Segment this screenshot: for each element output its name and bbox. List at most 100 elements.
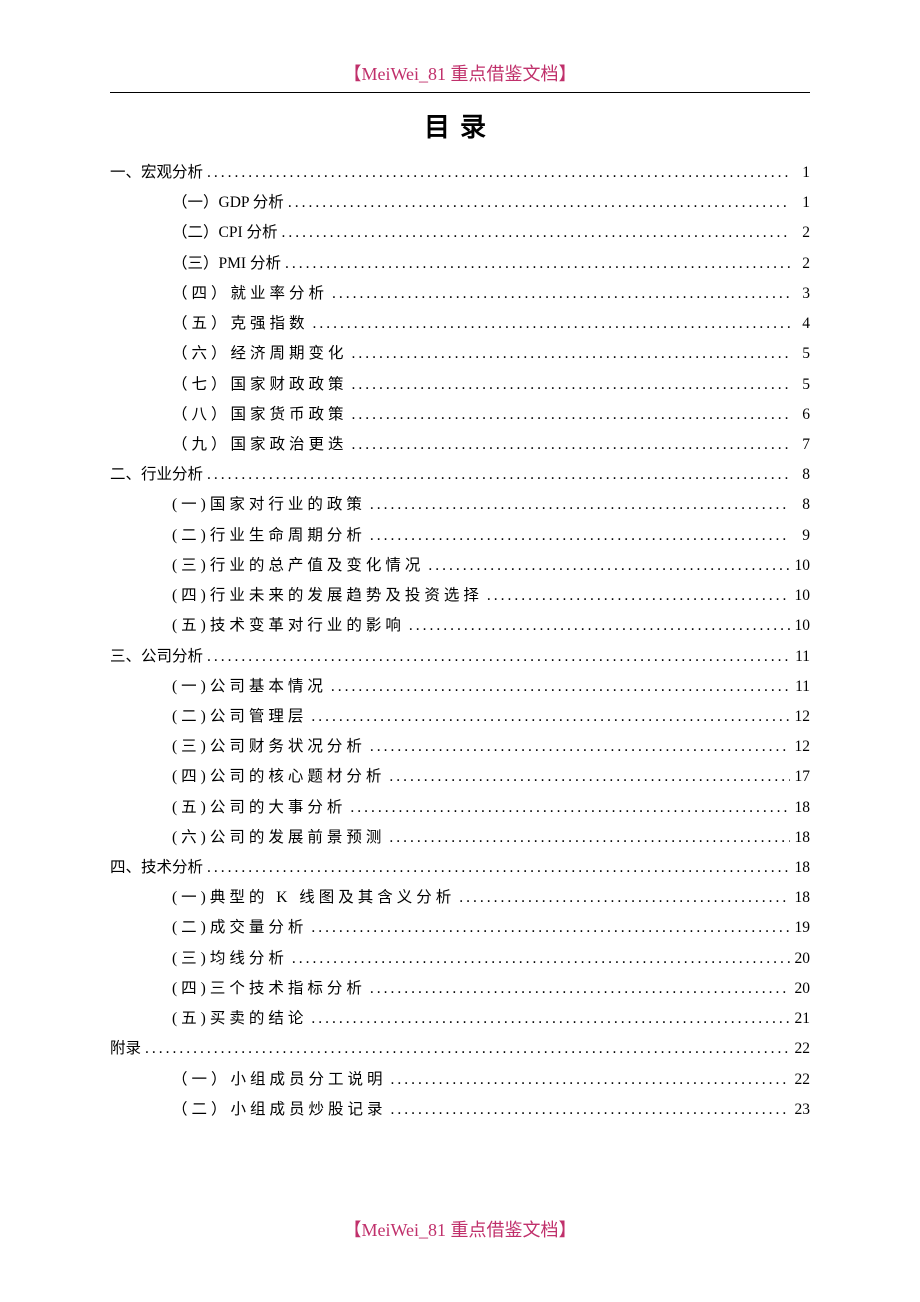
toc-item-page: 18 [790,823,810,853]
toc-section-label: 二、行业分析 [110,460,203,490]
toc-item-page: 22 [790,1065,810,1095]
toc-leader-dots [288,944,790,974]
toc-leader-dots [203,853,790,883]
toc-item-page: 17 [790,762,810,792]
toc-item-row: (二)行业生命周期分析 9 [110,521,810,551]
toc-item-page: 2 [790,218,810,248]
toc-leader-dots [307,913,790,943]
toc-item-label: (五)买卖的结论 [172,1004,307,1034]
toc-leader-dots [455,883,790,913]
toc-item-label: (三)行业的总产值及变化情况 [172,551,424,581]
toc-item-page: 9 [790,521,810,551]
toc-item-row: (四)三个技术指标分析20 [110,974,810,1004]
toc-section-label: 附录 [110,1034,141,1064]
toc-item-page: 20 [790,974,810,1004]
toc-item-label: （五）克强指数 [172,309,309,339]
toc-item-label: (一)国家对行业的政策 [172,490,366,520]
toc-item-label: （六）经济周期变化 [172,339,348,369]
toc-leader-dots [278,218,791,248]
toc-item-label: (一)公司基本情况 [172,672,327,702]
toc-section-row: 附录22 [110,1034,810,1064]
toc-item-page: 18 [790,793,810,823]
toc-item-label: （九）国家政治更迭 [172,430,348,460]
toc-item-page: 10 [790,551,810,581]
toc-item-row: （九）国家政治更迭 7 [110,430,810,460]
toc-item-row: (四)公司的核心题材分析17 [110,762,810,792]
toc-item-label: （一）小组成员分工说明 [172,1065,387,1095]
toc-item-page: 12 [790,702,810,732]
toc-item-label: (五)技术变革对行业的影响 [172,611,405,641]
toc-item-label: (一)典型的 K 线图及其含义分析 [172,883,455,913]
toc-item-row: (二)公司管理层 12 [110,702,810,732]
toc-item-label: （八）国家货币政策 [172,400,348,430]
toc-item-row: (一)国家对行业的政策 8 [110,490,810,520]
toc-leader-dots [385,823,790,853]
toc-item-row: （一）GDP 分析 1 [110,188,810,218]
toc-item-label: (六)公司的发展前景预测 [172,823,385,853]
toc-item-page: 8 [790,490,810,520]
toc-item-label: (三)公司财务状况分析 [172,732,366,762]
toc-leader-dots [348,430,790,460]
toc-section-row: 三、公司分析11 [110,642,810,672]
toc-container: 一、宏观分析1（一）GDP 分析1（二）CPI 分析2（三）PMI 分析2（四）… [110,158,810,1125]
toc-leader-dots [405,611,790,641]
toc-item-label: (二)公司管理层 [172,702,307,732]
toc-item-row: (一)公司基本情况 11 [110,672,810,702]
document-page: 【MeiWei_81 重点借鉴文档】 目录 一、宏观分析1（一）GDP 分析1（… [0,0,920,1175]
toc-item-row: (五)技术变革对行业的影响 10 [110,611,810,641]
toc-leader-dots [307,1004,790,1034]
toc-item-page: 4 [790,309,810,339]
toc-section-row: 二、行业分析 8 [110,460,810,490]
toc-item-page: 18 [790,883,810,913]
footer-tag: 【MeiWei_81 重点借鉴文档】 [0,1216,920,1242]
toc-section-page: 1 [790,158,810,188]
toc-leader-dots [346,793,790,823]
toc-leader-dots [203,460,790,490]
toc-item-page: 5 [790,339,810,369]
toc-item-row: （六）经济周期变化 5 [110,339,810,369]
toc-item-label: (五)公司的大事分析 [172,793,346,823]
toc-item-page: 6 [790,400,810,430]
toc-item-page: 20 [790,944,810,974]
toc-item-row: (二)成交量分析19 [110,913,810,943]
toc-item-page: 7 [790,430,810,460]
toc-item-label: （二）小组成员炒股记录 [172,1095,387,1125]
toc-item-page: 10 [790,611,810,641]
toc-item-page: 2 [790,249,810,279]
toc-leader-dots [348,400,790,430]
toc-leader-dots [483,581,790,611]
toc-section-row: 四、技术分析18 [110,853,810,883]
toc-leader-dots [366,732,790,762]
toc-item-label: （四）就业率分析 [172,279,328,309]
toc-leader-dots [366,521,790,551]
toc-item-row: (六)公司的发展前景预测 18 [110,823,810,853]
toc-leader-dots [348,370,790,400]
toc-item-row: (四)行业未来的发展趋势及投资选择10 [110,581,810,611]
toc-section-label: 一、宏观分析 [110,158,203,188]
toc-item-page: 3 [790,279,810,309]
toc-leader-dots [387,1065,790,1095]
toc-section-row: 一、宏观分析 1 [110,158,810,188]
toc-leader-dots [348,339,790,369]
toc-item-row: (五)买卖的结论21 [110,1004,810,1034]
toc-item-row: （七）国家财政政策5 [110,370,810,400]
toc-leader-dots [281,249,790,279]
toc-item-page: 11 [790,672,810,702]
toc-item-row: （二）CPI 分析2 [110,218,810,248]
toc-section-label: 四、技术分析 [110,853,203,883]
toc-leader-dots [328,279,790,309]
toc-leader-dots [203,642,790,672]
toc-item-label: （一）GDP 分析 [172,188,284,218]
toc-leader-dots [366,974,790,1004]
toc-item-page: 5 [790,370,810,400]
toc-item-label: (三)均线分析 [172,944,288,974]
toc-item-page: 1 [790,188,810,218]
header-tag: 【MeiWei_81 重点借鉴文档】 [110,60,810,86]
toc-section-page: 8 [790,460,810,490]
toc-item-label: (二)行业生命周期分析 [172,521,366,551]
toc-item-page: 10 [790,581,810,611]
toc-item-row: (一)典型的 K 线图及其含义分析 18 [110,883,810,913]
toc-leader-dots [327,672,790,702]
toc-leader-dots [203,158,790,188]
toc-item-page: 12 [790,732,810,762]
